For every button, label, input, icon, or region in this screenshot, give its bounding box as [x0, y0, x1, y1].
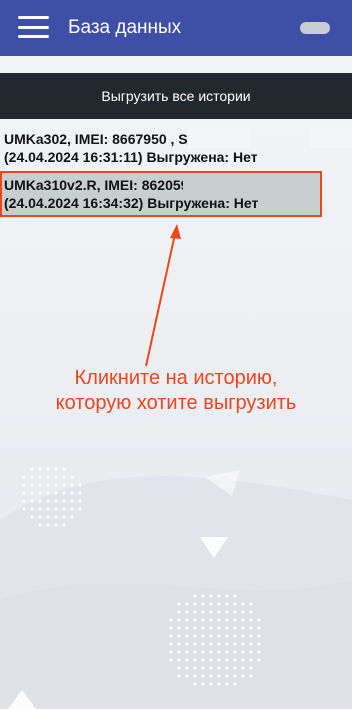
instruction-annotation: Кликните на историю, которую хотите выгр…	[0, 366, 352, 416]
history-item-status: (24.04.2024 16:31:11) Выгружена: Нет	[4, 149, 258, 165]
toggle-icon[interactable]	[300, 22, 330, 34]
history-item-umka310[interactable]: UMKa310v2.R, IMEI: 86205900 , S/N: 22 (2…	[0, 171, 322, 217]
history-list: UMKa302, IMEI: 8667950 , S/N: 190 (24.04…	[0, 128, 352, 217]
redaction	[188, 128, 250, 148]
page-title: База данных	[68, 17, 182, 38]
history-item-device: UMKa302, IMEI: 8667950 , S/N: 190	[4, 131, 234, 147]
redaction	[183, 173, 277, 193]
history-item-status: (24.04.2024 16:34:32) Выгружена: Нет	[4, 195, 259, 211]
app-bar: База данных	[0, 0, 352, 56]
hamburger-icon[interactable]	[18, 16, 49, 38]
history-item-umka302[interactable]: UMKa302, IMEI: 8667950 , S/N: 190 (24.04…	[0, 128, 352, 172]
export-all-button[interactable]: Выгрузить все истории	[0, 73, 352, 119]
instruction-line-2: которую хотите выгрузить	[55, 392, 297, 414]
redaction	[310, 128, 352, 148]
instruction-line-1: Кликните на историю,	[74, 367, 278, 389]
